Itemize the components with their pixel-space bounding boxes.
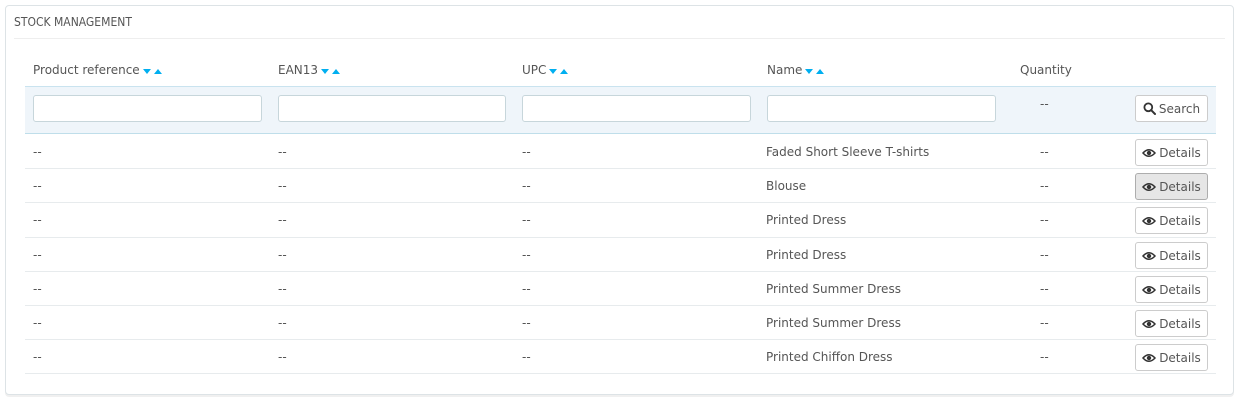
name-cell: Printed Summer Dress	[766, 282, 901, 296]
ean13-filter-input[interactable]	[278, 95, 506, 122]
upc-cell: --	[522, 350, 531, 364]
sort-controls	[804, 67, 826, 75]
details-button-label: Details	[1159, 282, 1201, 297]
upc-cell: --	[522, 213, 531, 227]
name-filter-input[interactable]	[767, 95, 996, 122]
column-header-ean13: EAN13	[278, 58, 342, 82]
quantity-cell: --	[1040, 145, 1049, 159]
ean13-cell: --	[278, 213, 287, 227]
details-button-label: Details	[1159, 213, 1201, 228]
reference-cell: --	[33, 179, 42, 193]
details-button[interactable]: Details	[1135, 276, 1208, 303]
ean13-cell: --	[278, 316, 287, 330]
details-button-label: Details	[1159, 316, 1201, 331]
details-button-label: Details	[1159, 179, 1201, 194]
name-cell: Blouse	[766, 179, 807, 193]
row-divider	[25, 168, 1216, 169]
sort-controls	[320, 67, 342, 75]
name-cell: Printed Dress	[766, 213, 847, 227]
upc-cell: --	[522, 282, 531, 296]
quantity-filter-placeholder: --	[1040, 97, 1049, 111]
reference-cell: --	[33, 282, 42, 296]
sort-desc-icon	[142, 68, 151, 74]
sort-desc-icon	[805, 68, 814, 74]
column-label: Quantity	[1020, 63, 1072, 77]
sort-asc-icon	[153, 68, 162, 74]
details-button[interactable]: Details	[1135, 344, 1208, 371]
row-divider	[25, 305, 1216, 306]
ean13-cell: --	[278, 145, 287, 159]
reference-cell: --	[33, 145, 42, 159]
ean13-cell: --	[278, 248, 287, 262]
reference-cell: --	[33, 248, 42, 262]
column-header-reference: Product reference	[33, 58, 164, 82]
sort-desc-icon	[321, 68, 330, 74]
ean13-cell: --	[278, 350, 287, 364]
name-cell: Printed Chiffon Dress	[766, 350, 893, 364]
quantity-cell: --	[1040, 248, 1049, 262]
details-button-label: Details	[1159, 248, 1201, 263]
details-button[interactable]: Details	[1135, 173, 1208, 200]
details-button[interactable]: Details	[1135, 139, 1208, 166]
column-header-name: Name	[767, 58, 826, 82]
search-button-label: Search	[1158, 101, 1201, 116]
reference-filter-input[interactable]	[33, 95, 262, 122]
column-header-upc: UPC	[522, 58, 570, 82]
row-divider	[25, 373, 1216, 374]
column-label: Product reference	[33, 63, 140, 77]
row-divider	[25, 339, 1216, 340]
name-cell: Printed Dress	[766, 248, 847, 262]
quantity-cell: --	[1040, 213, 1049, 227]
search-icon	[1143, 102, 1156, 115]
eye-icon	[1142, 353, 1157, 362]
details-button-label: Details	[1159, 350, 1201, 365]
sort-asc-icon	[816, 68, 825, 74]
column-header-quantity: Quantity	[1020, 58, 1072, 82]
eye-icon	[1142, 182, 1157, 191]
column-label: UPC	[522, 63, 547, 77]
reference-cell: --	[33, 350, 42, 364]
details-button[interactable]: Details	[1135, 207, 1208, 234]
row-divider	[25, 202, 1216, 203]
quantity-cell: --	[1040, 316, 1049, 330]
ean13-cell: --	[278, 179, 287, 193]
eye-icon	[1142, 285, 1157, 294]
quantity-cell: --	[1040, 282, 1049, 296]
sort-controls	[548, 67, 570, 75]
row-divider	[25, 271, 1216, 272]
quantity-cell: --	[1040, 179, 1049, 193]
column-label: Name	[767, 63, 803, 77]
upc-cell: --	[522, 179, 531, 193]
eye-icon	[1142, 319, 1157, 328]
details-button[interactable]: Details	[1135, 242, 1208, 269]
sort-asc-icon	[332, 68, 341, 74]
upc-cell: --	[522, 248, 531, 262]
search-button[interactable]: Search	[1135, 95, 1208, 122]
reference-cell: --	[33, 213, 42, 227]
details-button[interactable]: Details	[1135, 310, 1208, 337]
reference-cell: --	[33, 316, 42, 330]
eye-icon	[1142, 148, 1157, 157]
details-button-label: Details	[1159, 145, 1201, 160]
upc-filter-input[interactable]	[522, 95, 751, 122]
sort-asc-icon	[560, 68, 569, 74]
name-cell: Printed Summer Dress	[766, 316, 901, 330]
eye-icon	[1142, 216, 1157, 225]
quantity-cell: --	[1040, 350, 1049, 364]
name-cell: Faded Short Sleeve T-shirts	[766, 145, 930, 159]
row-divider	[25, 237, 1216, 238]
column-label: EAN13	[278, 63, 319, 77]
panel-title: STOCK MANAGEMENT	[14, 6, 1225, 39]
upc-cell: --	[522, 145, 531, 159]
eye-icon	[1142, 251, 1157, 260]
upc-cell: --	[522, 316, 531, 330]
sort-desc-icon	[549, 68, 558, 74]
sort-controls	[142, 67, 164, 75]
ean13-cell: --	[278, 282, 287, 296]
